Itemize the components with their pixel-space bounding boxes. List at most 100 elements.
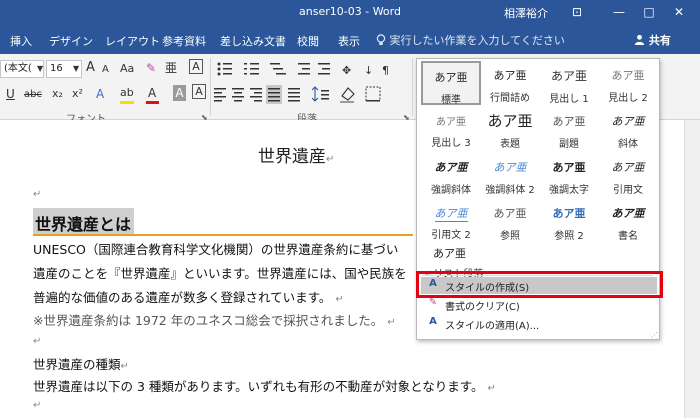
superscript-button[interactable]: x² (72, 86, 83, 102)
character-border-button[interactable]: A (192, 84, 206, 99)
tell-me-box[interactable]: 実行したい作業を入力してください (376, 32, 565, 48)
shading-icon[interactable] (340, 87, 355, 103)
style-normal[interactable]: あア亜 標準 (421, 61, 481, 106)
grow-font-button[interactable]: A (86, 60, 95, 76)
align-center-icon[interactable] (232, 88, 244, 102)
style-subtitle[interactable]: あア亜 副題 (539, 107, 599, 151)
close-button[interactable]: ✕ (664, 0, 694, 24)
align-right-icon[interactable] (250, 88, 262, 102)
style-name: 参照 (500, 231, 520, 242)
style-list-paragraph[interactable]: あア亜 ↵リスト段落 (421, 239, 483, 280)
asian-layout-icon[interactable]: ✥ (342, 64, 351, 77)
justify-icon[interactable] (266, 85, 282, 104)
sort-icon[interactable]: ↓ (364, 64, 373, 77)
style-preview: あア亜 (487, 112, 533, 130)
style-heading-3[interactable]: あア亜 見出し 3 (421, 107, 481, 151)
resize-grip-icon[interactable]: ⋰ (651, 331, 658, 339)
lightbulb-icon (376, 34, 386, 45)
style-name: 斜体 (618, 139, 638, 150)
minimize-button[interactable]: — (604, 0, 634, 24)
tab-mailings[interactable]: 差し込み文書 (220, 33, 286, 49)
style-preview: あア亜 (433, 247, 466, 260)
apply-styles-icon: A (429, 316, 437, 327)
clear-formatting-command[interactable]: ✎ 書式のクリア(C) (421, 296, 657, 313)
style-name: 参照 2 (554, 231, 584, 242)
style-preview: あア亜 (611, 115, 645, 128)
tab-view[interactable]: 表示 (338, 33, 360, 49)
tab-references[interactable]: 参考資料 (162, 33, 206, 49)
strikethrough-button[interactable]: abc (24, 87, 42, 103)
maximize-button[interactable]: □ (634, 0, 664, 24)
paragraph-mark: ↵ (33, 336, 42, 347)
numbering-icon[interactable] (244, 63, 259, 75)
tab-review[interactable]: 校閲 (297, 33, 319, 49)
enclose-characters-icon[interactable]: A (189, 59, 203, 74)
share-label: 共有 (648, 34, 671, 47)
font-color-button[interactable]: A (148, 85, 156, 101)
style-heading-2[interactable]: あア亜 見出し 2 (598, 61, 658, 105)
align-left-icon[interactable] (214, 88, 226, 102)
style-preview: あア亜 (493, 161, 527, 174)
vertical-scrollbar[interactable] (684, 120, 700, 418)
user-name[interactable]: 相澤裕介 (504, 5, 548, 21)
chevron-down-icon[interactable]: ▼ (37, 61, 43, 77)
style-emphasis[interactable]: あア亜 斜体 (598, 107, 658, 151)
chevron-down-icon[interactable]: ▼ (73, 61, 79, 77)
body-line: UNESCO（国際連合教育科学文化機関）の世界遺産条約に基づい (33, 242, 399, 257)
person-icon (634, 34, 645, 45)
subheading-line: 世界遺産の種類↵ (33, 357, 129, 372)
tell-me-text: 実行したい作業を入力してください (389, 34, 565, 47)
style-heading-1[interactable]: あア亜 見出し 1 (539, 61, 599, 105)
phonetic-guide-icon[interactable]: 亜 (165, 60, 177, 76)
underline-button[interactable]: U (6, 86, 15, 102)
style-preview: あア亜 (611, 207, 645, 220)
apply-styles-command[interactable]: A スタイルの適用(A)... (421, 315, 657, 332)
style-subtle-reference[interactable]: あア亜 参照 (480, 199, 540, 243)
share-button[interactable]: 共有 (634, 32, 671, 48)
style-book-title[interactable]: あア亜 書名 (598, 199, 658, 243)
style-strong[interactable]: あア亜 強調太字 (539, 153, 599, 197)
title-bar: anser10-03 - Word 相澤裕介 ⊡ — □ ✕ (0, 0, 700, 24)
ribbon-display-options-icon[interactable]: ⊡ (562, 0, 592, 24)
clear-formatting-icon[interactable]: ✎ (146, 60, 156, 76)
style-intense-quote[interactable]: あア亜 引用文 2 (421, 199, 481, 243)
borders-icon[interactable] (365, 86, 381, 102)
increase-indent-icon[interactable] (318, 63, 330, 75)
bullets-icon[interactable] (217, 62, 233, 76)
body-line: 普遍的な価値のある遺産が数多く登録されています。 ↵ (33, 290, 344, 305)
style-quote[interactable]: あア亜 引用文 (598, 153, 658, 197)
heading-underline (33, 234, 413, 236)
tab-design[interactable]: デザイン (49, 33, 93, 49)
tab-insert[interactable]: 挿入 (10, 33, 32, 49)
change-case-button[interactable]: Aa (120, 61, 134, 77)
ribbon-tabs: 挿入 デザイン レイアウト 参考資料 差し込み文書 校閲 表示 実行したい作業を… (0, 24, 700, 54)
text-effects-button[interactable]: A (96, 86, 104, 102)
style-name: 書名 (618, 231, 638, 242)
style-preview: あア亜 (434, 161, 468, 174)
style-subtle-emphasis[interactable]: あア亜 強調斜体 (421, 153, 481, 197)
highlight-color-button[interactable]: ab (120, 85, 134, 101)
decrease-indent-icon[interactable] (298, 63, 310, 75)
multilevel-list-icon[interactable] (270, 63, 286, 75)
tab-layout[interactable]: レイアウト (105, 33, 160, 49)
heading-selected[interactable]: 世界遺産とは (33, 208, 135, 234)
character-shading-button[interactable]: A (173, 85, 186, 101)
subscript-button[interactable]: x₂ (52, 86, 63, 102)
style-preview: あア亜 (611, 161, 645, 174)
distributed-icon[interactable] (288, 88, 300, 102)
style-intense-emphasis[interactable]: あア亜 強調斜体 2 (480, 153, 540, 197)
body-line: 遺産のことを『世界遺産』といいます。世界遺産には、国や民族を (33, 266, 407, 281)
command-label: 書式のクリア(C) (445, 302, 520, 313)
style-no-spacing[interactable]: あア亜 行間詰め (480, 61, 540, 105)
show-formatting-marks-icon[interactable]: ¶ (382, 64, 389, 77)
line-spacing-icon[interactable] (311, 86, 329, 102)
style-title[interactable]: あア亜 表題 (480, 107, 540, 151)
shrink-font-button[interactable]: A (102, 62, 109, 78)
style-name: 見出し 3 (431, 138, 471, 149)
body-line: 世界遺産は以下の 3 種類があります。いずれも有形の不動産が対象となります。 ↵ (33, 379, 496, 394)
style-preview: あア亜 (434, 71, 468, 84)
style-preview: あア亜 (552, 207, 586, 220)
paragraph-mark: ↵ (33, 400, 42, 411)
style-intense-reference[interactable]: あア亜 参照 2 (539, 199, 599, 243)
style-name: 強調斜体 2 (485, 185, 535, 196)
